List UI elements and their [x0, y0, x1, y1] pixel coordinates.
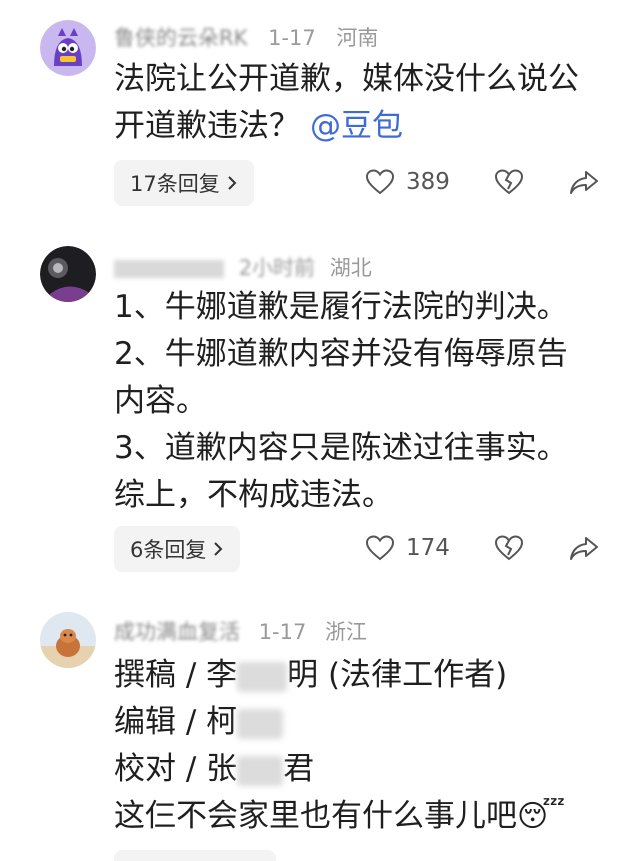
avatar[interactable]	[40, 246, 96, 302]
comment-line: 3、道歉内容只是陈述过往事实。	[114, 430, 568, 466]
comment-meta: 2小时前 湖北	[114, 252, 372, 282]
share-icon	[570, 171, 598, 194]
like-button[interactable]: 389	[364, 166, 450, 198]
comment-location: 浙江	[325, 620, 368, 644]
dog-photo-avatar-icon	[40, 612, 96, 668]
reply-button-partial[interactable]	[114, 850, 276, 861]
username-redacted[interactable]	[114, 260, 224, 278]
heart-icon	[365, 535, 395, 561]
dark-photo-avatar-icon	[40, 246, 96, 302]
credit-tail: 君	[283, 751, 315, 787]
like-count: 174	[406, 535, 450, 561]
comment-line-text: 这仨不会家里也有什么事儿吧	[114, 798, 517, 834]
comment-meta: 鲁侠的云朵RK 1-17 河南	[114, 22, 378, 52]
comment-location: 湖北	[329, 256, 372, 280]
heart-icon	[365, 169, 395, 195]
comment-line: 法院让公开道歉，媒体没什么说公	[114, 61, 579, 97]
share-button[interactable]	[568, 166, 600, 198]
username[interactable]: 鲁侠的云朵RK	[114, 26, 247, 50]
avatar[interactable]	[40, 612, 96, 668]
share-icon	[570, 537, 598, 560]
comment-actions: 17条回复 389	[0, 160, 640, 208]
username[interactable]: 成功满血复活	[114, 620, 240, 644]
dislike-button[interactable]	[493, 166, 525, 198]
redacted-name	[237, 755, 284, 786]
chevron-right-icon	[228, 176, 237, 190]
reply-count-label: 17条回复	[130, 172, 220, 196]
comment-line: 内容。	[114, 383, 207, 419]
comment-meta: 成功满血复活 1-17 浙江	[114, 616, 367, 646]
redacted-name	[237, 661, 288, 692]
chevron-right-icon	[214, 542, 223, 556]
comment-line-text: 开道歉违法？	[114, 108, 300, 144]
comment-body: 法院让公开道歉，媒体没什么说公 开道歉违法？ @豆包	[114, 56, 619, 150]
comment-line: 开道歉违法？ @豆包	[114, 103, 619, 150]
comment-date: 2小时前	[238, 256, 316, 280]
comment-location: 河南	[336, 26, 379, 50]
mention-link[interactable]: @豆包	[310, 108, 403, 144]
like-count: 389	[406, 169, 450, 195]
comment-line: 综上，不构成违法。	[114, 477, 393, 513]
comment-line: 这仨不会家里也有什么事儿吧😴	[114, 793, 619, 840]
like-button[interactable]: 174	[364, 532, 450, 564]
avatar[interactable]	[40, 20, 96, 76]
credit-tail: 明 (法律工作者)	[287, 657, 508, 693]
comment-date: 1-17	[258, 620, 307, 644]
comment-body: 1、牛娜道歉是履行法院的判决。 2、牛娜道歉内容并没有侮辱原告 内容。 3、道歉…	[114, 284, 619, 519]
share-button[interactable]	[568, 532, 600, 564]
credit-role: 撰稿 / 李	[114, 657, 238, 693]
credit-line: 编辑 / 柯	[114, 699, 619, 746]
credit-role: 校对 / 张	[114, 751, 238, 787]
comment-body: 撰稿 / 李 明 (法律工作者) 编辑 / 柯 校对 / 张 君 这仨不会家里也有什…	[114, 652, 619, 840]
dislike-button[interactable]	[493, 532, 525, 564]
broken-heart-icon	[494, 169, 524, 195]
cartoon-avatar-icon	[40, 20, 96, 76]
credit-role: 编辑 / 柯	[114, 704, 238, 740]
comment-line: 2、牛娜道歉内容并没有侮辱原告	[114, 336, 568, 372]
comment-date: 1-17	[268, 26, 316, 50]
broken-heart-icon	[494, 535, 524, 561]
view-replies-button[interactable]: 6条回复	[114, 526, 241, 572]
credit-line: 撰稿 / 李 明 (法律工作者)	[114, 652, 619, 699]
view-replies-button[interactable]: 17条回复	[114, 160, 254, 206]
sleepy-face-emoji-icon: 😴	[517, 799, 566, 834]
credit-line: 校对 / 张 君	[114, 746, 619, 793]
reply-count-label: 6条回复	[130, 538, 207, 562]
comment-actions: 6条回复 174	[0, 526, 640, 574]
comment-line: 1、牛娜道歉是履行法院的判决。	[114, 289, 568, 325]
redacted-name	[237, 708, 284, 739]
